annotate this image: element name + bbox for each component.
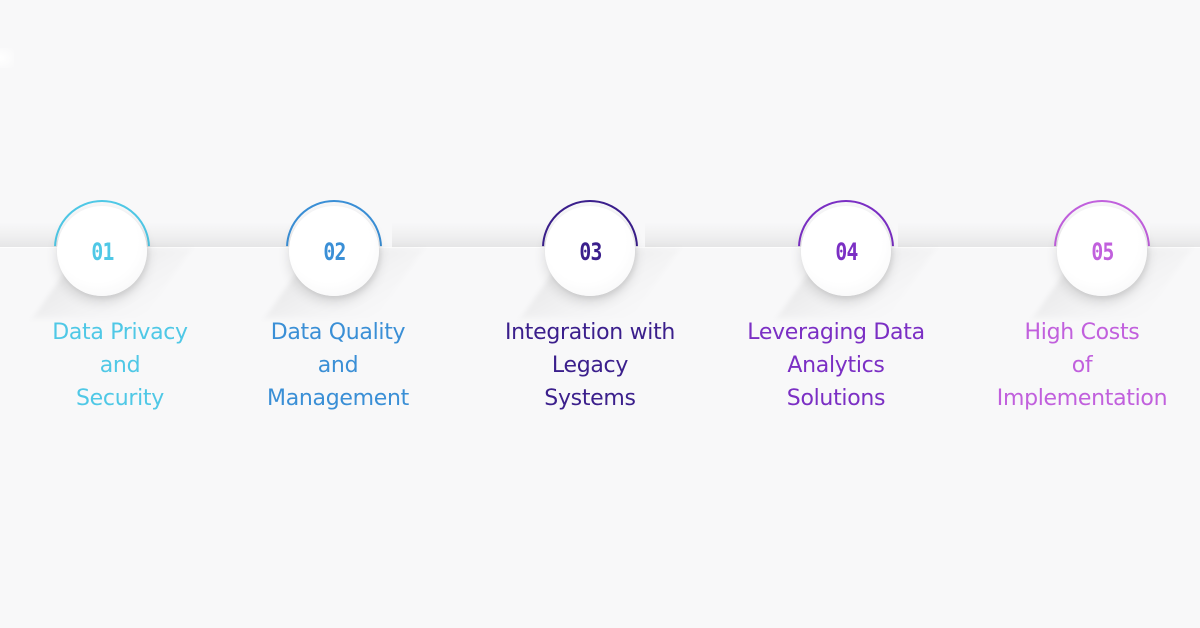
step-label-line: Solutions xyxy=(786,386,886,411)
step-label: Data Quality and Management xyxy=(218,316,458,415)
step-label-line: and xyxy=(99,353,141,378)
step-5: 05 High Costs of Implementation xyxy=(982,196,1200,436)
step-number-badge: 01 xyxy=(57,206,147,296)
step-label-line: Legacy xyxy=(551,353,629,378)
step-number: 04 xyxy=(834,238,858,266)
step-3: 03 Integration with Legacy Systems xyxy=(470,196,710,436)
step-label-line: Security xyxy=(76,386,164,411)
step-label-line: Analytics xyxy=(787,353,885,378)
step-label-line: Management xyxy=(267,386,409,411)
step-label: Leveraging Data Analytics Solutions xyxy=(716,316,956,415)
corner-glare xyxy=(0,48,14,68)
step-label-line: Leveraging Data xyxy=(747,320,925,345)
step-label-line: Implementation xyxy=(996,386,1168,411)
step-label: High Costs of Implementation xyxy=(962,316,1200,415)
step-2: 02 Data Quality and Management xyxy=(212,196,452,436)
step-4: 04 Leveraging Data Analytics Solutions xyxy=(726,196,966,436)
step-number-badge: 02 xyxy=(289,206,379,296)
step-number: 01 xyxy=(90,238,114,266)
step-number: 05 xyxy=(1090,238,1114,266)
challenges-diagram: 01 Data Privacy and Security 02 Data Qua… xyxy=(0,0,1200,628)
step-label-line: High Costs xyxy=(1024,320,1140,345)
step-label-line: of xyxy=(1071,353,1093,378)
step-label-line: and xyxy=(317,353,359,378)
step-number-badge: 05 xyxy=(1057,206,1147,296)
step-label-line: Data Quality xyxy=(270,320,406,345)
step-number: 02 xyxy=(322,238,346,266)
step-label-line: Systems xyxy=(544,386,636,411)
step-number-badge: 04 xyxy=(801,206,891,296)
step-number-badge: 03 xyxy=(545,206,635,296)
step-label: Data Privacy and Security xyxy=(0,316,240,415)
step-label-line: Data Privacy xyxy=(52,320,188,345)
step-label-line: Integration with xyxy=(504,320,676,345)
step-number: 03 xyxy=(578,238,602,266)
step-1: 01 Data Privacy and Security xyxy=(0,196,222,436)
step-label: Integration with Legacy Systems xyxy=(470,316,710,415)
